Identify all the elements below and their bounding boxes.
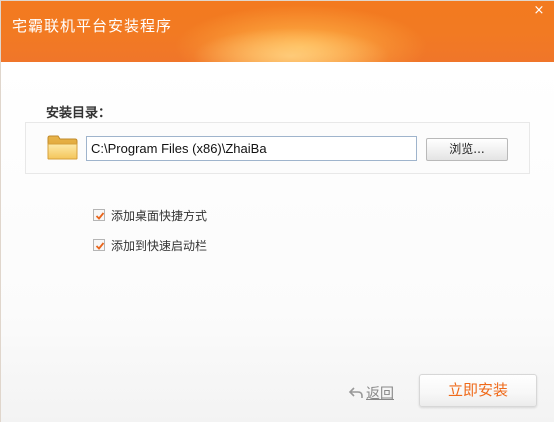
- back-link[interactable]: 返回: [348, 383, 394, 403]
- back-label[interactable]: 返回: [366, 383, 394, 403]
- desktop-shortcut-checkbox[interactable]: [93, 209, 105, 221]
- browse-button[interactable]: 浏览...: [426, 138, 508, 161]
- option-quick-launch[interactable]: 添加到快速启动栏: [93, 237, 207, 253]
- folder-icon: [47, 135, 78, 160]
- install-now-button[interactable]: 立即安装: [419, 374, 537, 407]
- install-dir-label: 安装目录：: [46, 106, 112, 121]
- close-icon[interactable]: ×: [534, 3, 545, 18]
- checkmark-icon: [95, 212, 105, 220]
- desktop-shortcut-label: 添加桌面快捷方式: [111, 208, 208, 223]
- quick-launch-label: 添加到快速启动栏: [111, 238, 208, 253]
- quick-launch-checkbox[interactable]: [93, 239, 105, 251]
- install-path-input[interactable]: [86, 136, 417, 161]
- checkmark-icon: [95, 242, 105, 250]
- option-desktop-shortcut[interactable]: 添加桌面快捷方式: [93, 207, 207, 223]
- window-title: 宅霸联机平台安装程序: [12, 17, 173, 35]
- installer-window: 宅霸联机平台安装程序 × 安装目录： 浏览...: [0, 0, 554, 422]
- back-arrow-icon: [348, 387, 363, 398]
- title-bar[interactable]: 宅霸联机平台安装程序 ×: [1, 1, 554, 62]
- close-button[interactable]: ×: [531, 4, 547, 18]
